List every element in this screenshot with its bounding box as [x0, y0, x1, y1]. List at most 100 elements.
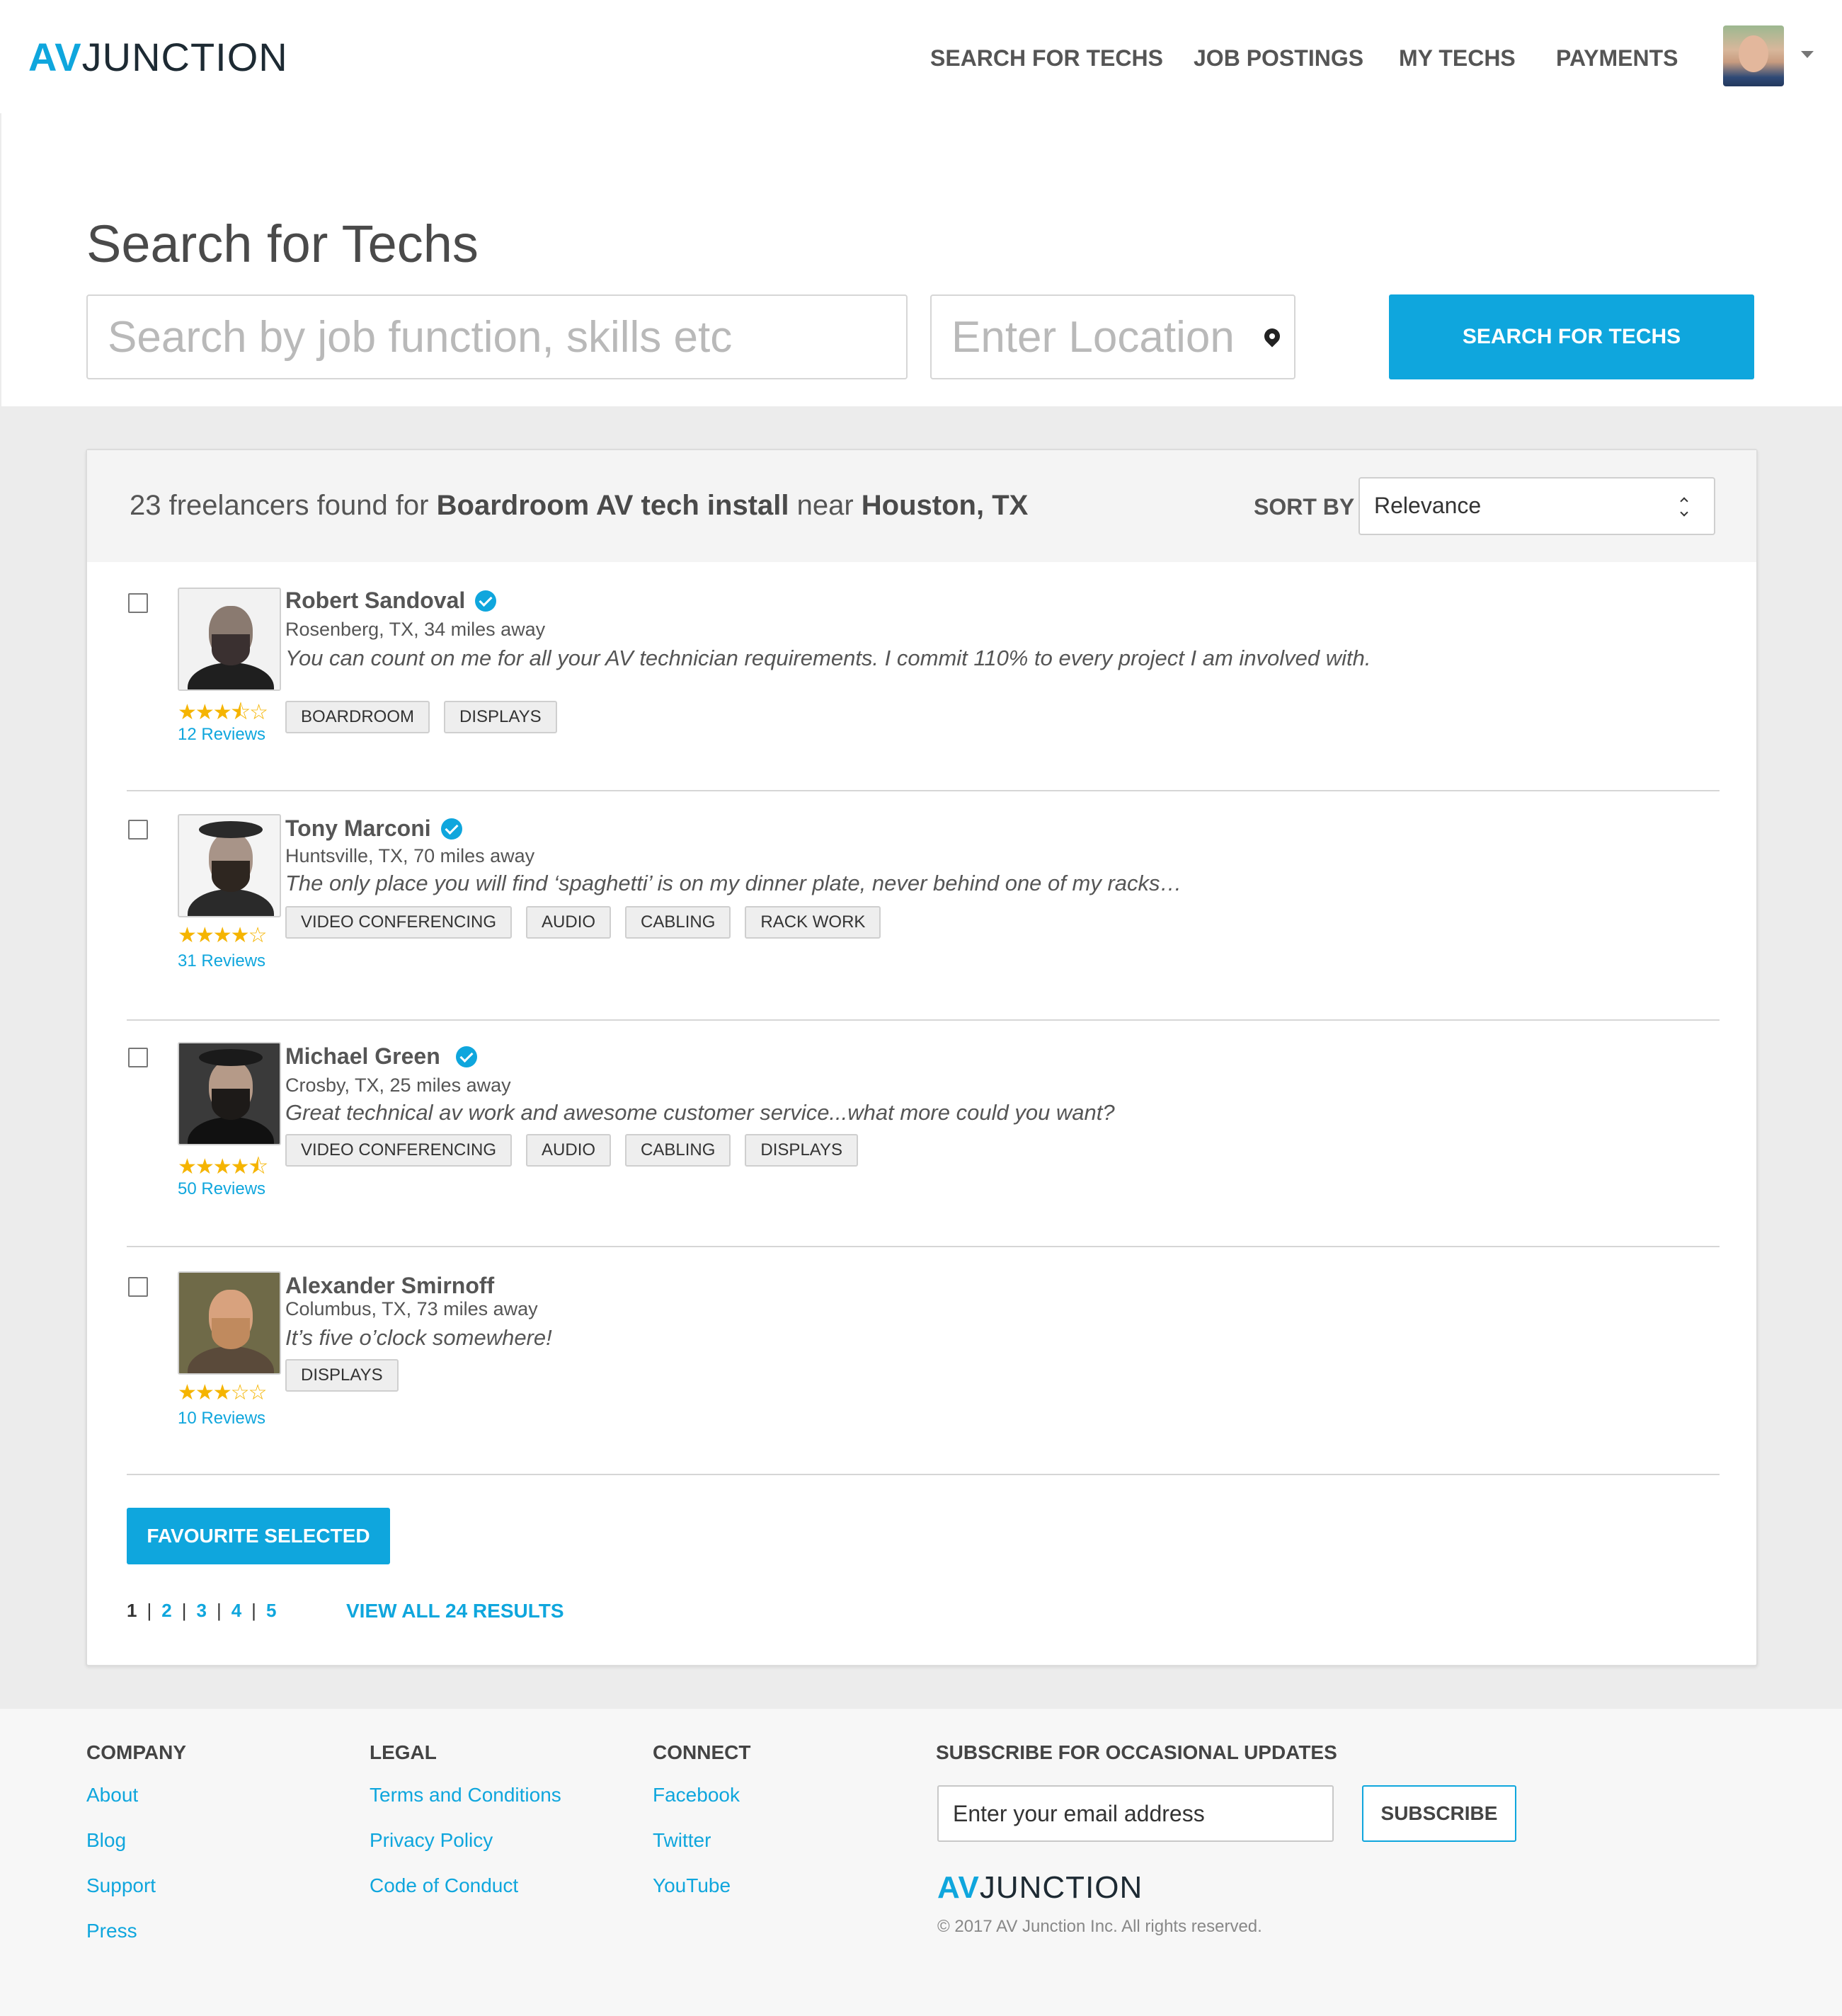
footer-link-privacy[interactable]: Privacy Policy: [370, 1829, 561, 1852]
footer-company: COMPANY About Blog Support Press: [86, 1741, 186, 1942]
page-separator: |: [251, 1600, 256, 1621]
results-summary: 23 freelancers found for Boardroom AV te…: [130, 490, 1028, 522]
page-link[interactable]: 5: [266, 1600, 276, 1622]
tech-quote: You can count on me for all your AV tech…: [285, 646, 1371, 670]
search-for-techs-button[interactable]: SEARCH FOR TECHS: [1389, 294, 1754, 379]
email-field-wrapper: [937, 1785, 1334, 1842]
tech-name[interactable]: Robert Sandoval: [285, 588, 497, 614]
page-link[interactable]: 3: [196, 1600, 206, 1622]
results-near-text: near: [796, 490, 854, 521]
logo-accent: AV: [937, 1870, 980, 1905]
skill-tag[interactable]: DISPLAYS: [285, 1359, 399, 1392]
results-query: Boardroom AV tech install: [436, 490, 789, 521]
tech-photo[interactable]: [178, 1042, 281, 1145]
logo[interactable]: AVJUNCTION: [28, 34, 288, 80]
skill-tags: VIDEO CONFERENCING AUDIO CABLING DISPLAY…: [285, 1134, 859, 1167]
footer-link-about[interactable]: About: [86, 1784, 186, 1806]
copyright: © 2017 AV Junction Inc. All rights reser…: [937, 1917, 1262, 1936]
results-location: Houston, TX: [861, 490, 1029, 521]
skill-tag[interactable]: DISPLAYS: [745, 1134, 859, 1167]
page-separator: |: [181, 1600, 187, 1621]
reviews-link[interactable]: 12 Reviews: [178, 725, 265, 745]
verified-badge-icon: [440, 818, 462, 840]
email-field[interactable]: [939, 1787, 1332, 1840]
hero-divider: [0, 113, 1, 406]
footer-link-terms[interactable]: Terms and Conditions: [370, 1784, 561, 1806]
select-checkbox[interactable]: [128, 1277, 148, 1297]
select-checkbox[interactable]: [128, 593, 148, 613]
footer-heading-connect: CONNECT: [653, 1741, 751, 1763]
page-separator: |: [216, 1600, 222, 1621]
page-link[interactable]: 4: [231, 1600, 241, 1622]
footer-link-twitter[interactable]: Twitter: [653, 1829, 750, 1852]
tech-name-text: Michael Green: [285, 1043, 440, 1069]
footer-link-facebook[interactable]: Facebook: [653, 1784, 750, 1806]
footer-link-blog[interactable]: Blog: [86, 1829, 186, 1852]
results-header: 23 freelancers found for Boardroom AV te…: [87, 450, 1756, 562]
tech-name-text: Alexander Smirnoff: [285, 1273, 495, 1298]
footer-heading-legal: LEGAL: [370, 1741, 437, 1763]
skill-tag[interactable]: BOARDROOM: [285, 701, 430, 733]
tech-name[interactable]: Michael Green: [285, 1043, 477, 1070]
verified-badge-icon: [475, 590, 497, 612]
nav-payments[interactable]: PAYMENTS: [1556, 45, 1678, 71]
select-checkbox[interactable]: [128, 820, 148, 840]
footer-logo[interactable]: AVJUNCTION: [937, 1870, 1143, 1906]
tech-location: Rosenberg, TX, 34 miles away: [285, 619, 546, 640]
reviews-link[interactable]: 31 Reviews: [178, 951, 265, 971]
skill-tag[interactable]: CABLING: [625, 1134, 731, 1167]
skill-tag[interactable]: RACK WORK: [745, 906, 881, 939]
reviews-link[interactable]: 50 Reviews: [178, 1179, 265, 1199]
page-title: Search for Techs: [86, 214, 479, 273]
footer-heading-subscribe: SUBSCRIBE FOR OCCASIONAL UPDATES: [936, 1741, 1337, 1763]
logo-accent: AV: [28, 35, 82, 79]
user-avatar[interactable]: [1723, 25, 1784, 86]
footer-link-youtube[interactable]: YouTube: [653, 1874, 750, 1897]
favourite-selected-button[interactable]: FAVOURITE SELECTED: [127, 1508, 390, 1564]
top-navigation-bar: AVJUNCTION SEARCH FOR TECHS JOB POSTINGS…: [0, 0, 1842, 113]
location-input[interactable]: [932, 296, 1294, 378]
tech-photo[interactable]: [178, 814, 281, 917]
results-card: 23 freelancers found for Boardroom AV te…: [86, 449, 1758, 1666]
select-arrows-icon: [1681, 498, 1688, 517]
skill-tags: BOARDROOM DISPLAYS: [285, 701, 557, 733]
skill-tag[interactable]: AUDIO: [526, 906, 612, 939]
verified-badge-icon: [455, 1046, 477, 1067]
skill-tag[interactable]: VIDEO CONFERENCING: [285, 906, 513, 939]
tech-location: Columbus, TX, 73 miles away: [285, 1298, 538, 1319]
nav-search-for-techs[interactable]: SEARCH FOR TECHS: [930, 45, 1163, 71]
tech-name[interactable]: Alexander Smirnoff: [285, 1273, 494, 1299]
footer-link-press[interactable]: Press: [86, 1920, 186, 1942]
subscribe-button[interactable]: SUBSCRIBE: [1362, 1785, 1516, 1842]
tech-photo[interactable]: [178, 588, 281, 691]
skill-tag[interactable]: VIDEO CONFERENCING: [285, 1134, 513, 1167]
skill-tag[interactable]: DISPLAYS: [444, 701, 557, 733]
footer-heading-company: COMPANY: [86, 1741, 187, 1763]
chevron-down-icon[interactable]: [1801, 51, 1814, 58]
skill-tags: VIDEO CONFERENCING AUDIO CABLING RACK WO…: [285, 906, 881, 939]
footer: COMPANY About Blog Support Press LEGAL T…: [0, 1709, 1842, 2016]
reviews-link[interactable]: 10 Reviews: [178, 1409, 265, 1428]
footer-connect: CONNECT Facebook Twitter YouTube: [653, 1741, 750, 1897]
nav-my-techs[interactable]: MY TECHS: [1399, 45, 1516, 71]
page-link-current[interactable]: 1: [127, 1600, 137, 1622]
tech-name[interactable]: Tony Marconi: [285, 815, 462, 842]
tech-location: Crosby, TX, 25 miles away: [285, 1075, 511, 1096]
skill-tag[interactable]: AUDIO: [526, 1134, 612, 1167]
nav-job-postings[interactable]: JOB POSTINGS: [1194, 45, 1363, 71]
footer-link-conduct[interactable]: Code of Conduct: [370, 1874, 561, 1897]
view-all-results-link[interactable]: VIEW ALL 24 RESULTS: [346, 1600, 564, 1622]
skill-tag[interactable]: CABLING: [625, 906, 731, 939]
tech-photo[interactable]: [178, 1271, 281, 1375]
footer-link-support[interactable]: Support: [86, 1874, 186, 1897]
footer-legal: LEGAL Terms and Conditions Privacy Polic…: [370, 1741, 561, 1897]
results-count: 23: [130, 490, 161, 521]
star-rating: ★★★☆☆: [178, 1381, 267, 1404]
search-input[interactable]: [88, 296, 906, 378]
tech-row: ★★★★☆ 31 Reviews Tony Marconi Huntsville…: [127, 791, 1720, 1021]
select-checkbox[interactable]: [128, 1048, 148, 1067]
sort-select[interactable]: Relevance: [1358, 477, 1715, 535]
pagination: 1 | 2 | 3 | 4 | 5: [127, 1600, 276, 1622]
star-rating: ★★★★☆: [178, 924, 267, 947]
page-link[interactable]: 2: [161, 1600, 171, 1622]
